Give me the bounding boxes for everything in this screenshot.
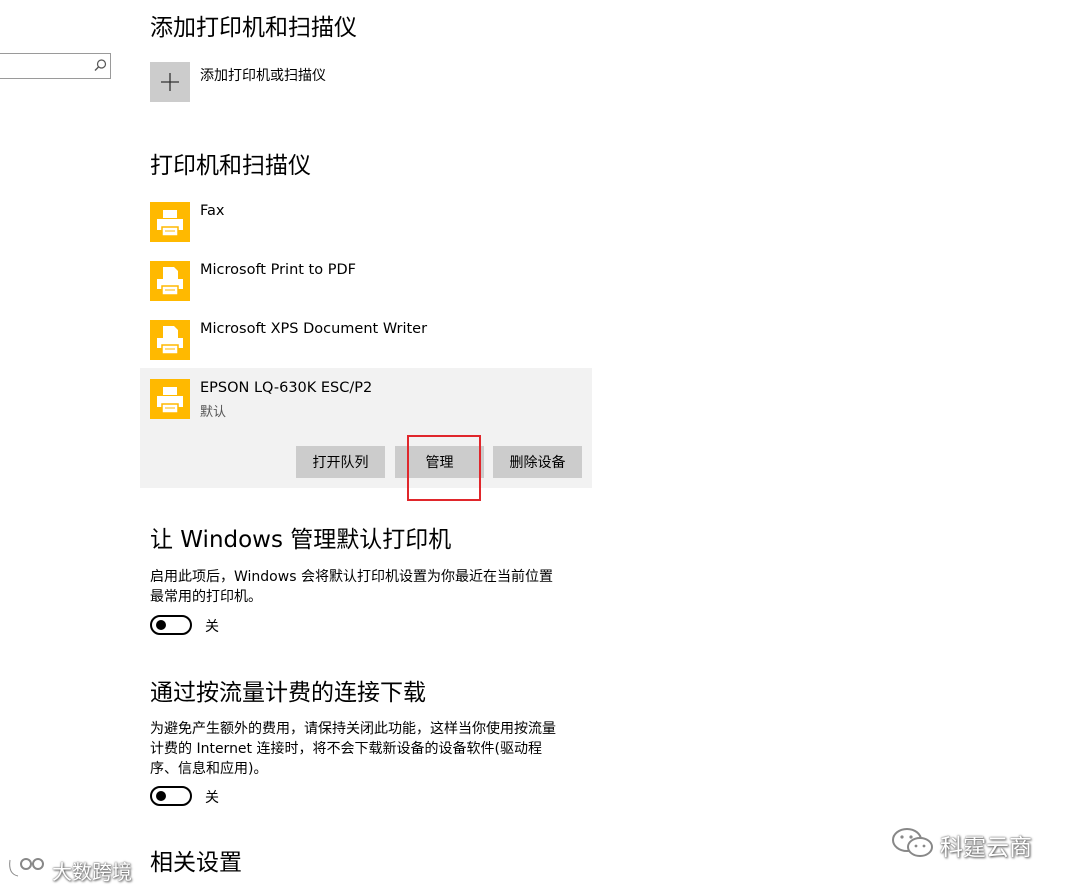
toggle-knob <box>156 791 166 801</box>
metered-heading: 通过按流量计费的连接下载 <box>150 680 426 706</box>
default-printer-toggle[interactable] <box>150 615 192 635</box>
metered-description-line3: 序、信息和应用)。 <box>150 761 268 777</box>
metered-toggle[interactable] <box>150 786 192 806</box>
pdf-printer-icon <box>150 261 190 301</box>
watermark-right: 科霆云商 <box>940 835 1032 861</box>
highlight-annotation <box>407 435 481 501</box>
search-icon[interactable] <box>92 58 108 74</box>
printer-icon <box>150 202 190 242</box>
remove-device-button[interactable]: 删除设备 <box>493 446 582 478</box>
xps-printer-icon <box>150 320 190 360</box>
plus-icon <box>161 73 179 91</box>
default-printer-description-line2: 最常用的打印机。 <box>150 589 262 605</box>
default-printer-toggle-label: 关 <box>205 619 219 635</box>
printer-name-pdf[interactable]: Microsoft Print to PDF <box>200 262 356 278</box>
related-settings-heading: 相关设置 <box>150 850 242 876</box>
printer-name-fax[interactable]: Fax <box>200 203 224 219</box>
default-printer-heading: 让 Windows 管理默认打印机 <box>150 527 452 553</box>
toggle-knob <box>156 620 166 630</box>
printer-name-xps[interactable]: Microsoft XPS Document Writer <box>200 321 427 337</box>
watermark-left: 大数跨境 <box>52 860 132 884</box>
printer-name-epson[interactable]: EPSON LQ-630K ESC/P2 <box>200 380 372 396</box>
metered-toggle-label: 关 <box>205 790 219 806</box>
printer-icon <box>150 379 190 419</box>
watermark-logo-icon <box>6 854 50 887</box>
open-queue-button[interactable]: 打开队列 <box>296 446 385 478</box>
printers-heading: 打印机和扫描仪 <box>150 153 311 179</box>
add-printer-button[interactable] <box>150 62 190 102</box>
default-badge: 默认 <box>200 405 227 420</box>
metered-description-line2: 计费的 Internet 连接时，将不会下载新设备的设备软件(驱动程 <box>150 741 542 757</box>
add-printers-heading: 添加打印机和扫描仪 <box>150 15 357 41</box>
wechat-icon <box>890 826 936 865</box>
metered-description-line1: 为避免产生额外的费用，请保持关闭此功能，这样当你使用按流量 <box>150 721 556 737</box>
default-printer-description-line1: 启用此项后，Windows 会将默认打印机设置为你最近在当前位置 <box>150 569 553 585</box>
add-printer-label[interactable]: 添加打印机或扫描仪 <box>200 65 326 85</box>
